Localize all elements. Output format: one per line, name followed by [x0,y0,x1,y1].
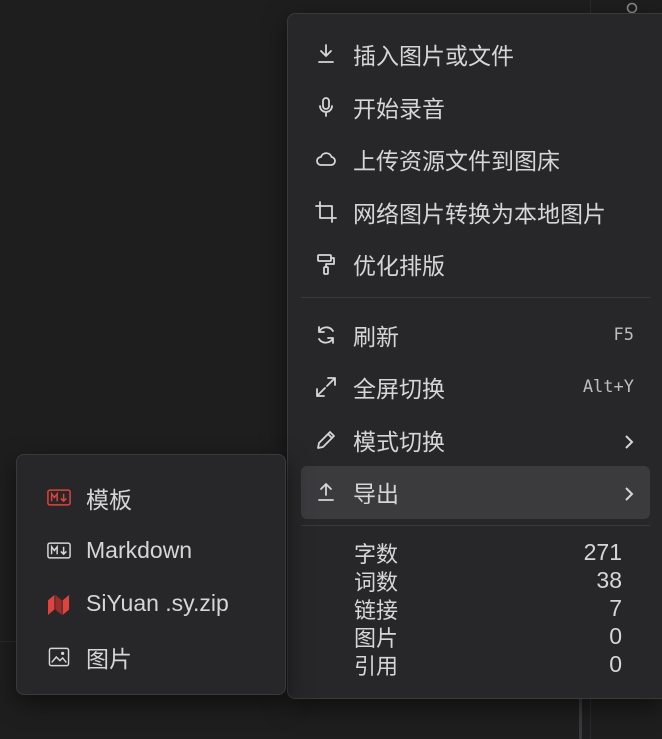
stat-value: 0 [609,623,622,649]
menu-item-fullscreen[interactable]: 全屏切换 Alt+Y [301,361,650,414]
chevron-right-icon [620,431,638,449]
editor-stage: 插入图片或文件 开始录音 上传资源文件到图床 网络图片转换为本地图片 优化排版 [0,0,662,739]
stat-row-links: 链接 7 [354,595,622,624]
menu-separator [301,524,650,526]
export-item-image[interactable]: 图片 [17,630,285,683]
menu-item-label: 开始录音 [353,96,445,123]
microphone-icon [313,94,339,120]
upload-icon [313,479,339,505]
stat-value: 271 [583,539,622,565]
menu-item-label: 导出 [353,482,399,509]
menu-separator [301,296,650,298]
context-menu: 插入图片或文件 开始录音 上传资源文件到图床 网络图片转换为本地图片 优化排版 [287,13,662,699]
menu-item-label: 刷新 [353,324,399,351]
menu-item-insert-file[interactable]: 插入图片或文件 [301,28,650,81]
export-item-label: 图片 [86,645,132,672]
export-item-label: Markdown [86,537,193,563]
stat-value: 7 [609,595,622,621]
stat-row-refs: 引用 0 [354,651,622,680]
cloud-icon [313,146,339,172]
menu-item-label: 插入图片或文件 [353,44,514,71]
markdown-template-icon [46,486,72,510]
refresh-icon [313,322,339,348]
export-item-markdown[interactable]: Markdown [17,524,285,577]
menu-item-upload-assets[interactable]: 上传资源文件到图床 [301,133,650,186]
menu-item-label: 优化排版 [353,254,445,281]
stat-value: 0 [609,651,622,677]
export-item-label: 模板 [86,486,132,513]
stat-row-chars: 字数 271 [354,539,622,568]
menu-item-label: 上传资源文件到图床 [353,149,560,176]
stat-value: 38 [596,567,622,593]
stat-label: 引用 [354,654,399,680]
menu-item-record-audio[interactable]: 开始录音 [301,81,650,134]
download-icon [313,41,339,67]
menu-item-label: 模式切换 [353,429,445,456]
chevron-right-icon [620,483,638,501]
menu-item-net-img-to-local[interactable]: 网络图片转换为本地图片 [301,186,650,239]
siyuan-logo-icon [46,592,72,616]
crop-icon [313,199,339,225]
paint-roller-icon [313,251,339,277]
export-item-label: SiYuan .sy.zip [86,590,229,616]
export-item-siyuan[interactable]: SiYuan .sy.zip [17,577,285,630]
menu-item-export[interactable]: 导出 [301,466,650,519]
menu-item-label: 网络图片转换为本地图片 [353,201,606,228]
image-icon [46,645,72,669]
pencil-icon [313,427,339,453]
shortcut-hint: Alt+Y [582,377,634,398]
shortcut-hint: F5 [613,324,634,345]
menu-item-optimize-typography[interactable]: 优化排版 [301,238,650,291]
stat-row-images: 图片 0 [354,623,622,652]
menu-item-switch-mode[interactable]: 模式切换 [301,414,650,467]
export-submenu: 模板 Markdown SiYuan .sy.zip 图片 [16,454,286,695]
menu-item-refresh[interactable]: 刷新 F5 [301,309,650,362]
fullscreen-icon [313,374,339,400]
document-stats: 字数 271 词数 38 链接 7 图片 0 引用 0 [288,539,662,680]
stat-row-words: 词数 38 [354,567,622,596]
export-item-template[interactable]: 模板 [17,471,285,524]
menu-item-label: 全屏切换 [353,377,445,404]
markdown-icon [46,539,72,563]
